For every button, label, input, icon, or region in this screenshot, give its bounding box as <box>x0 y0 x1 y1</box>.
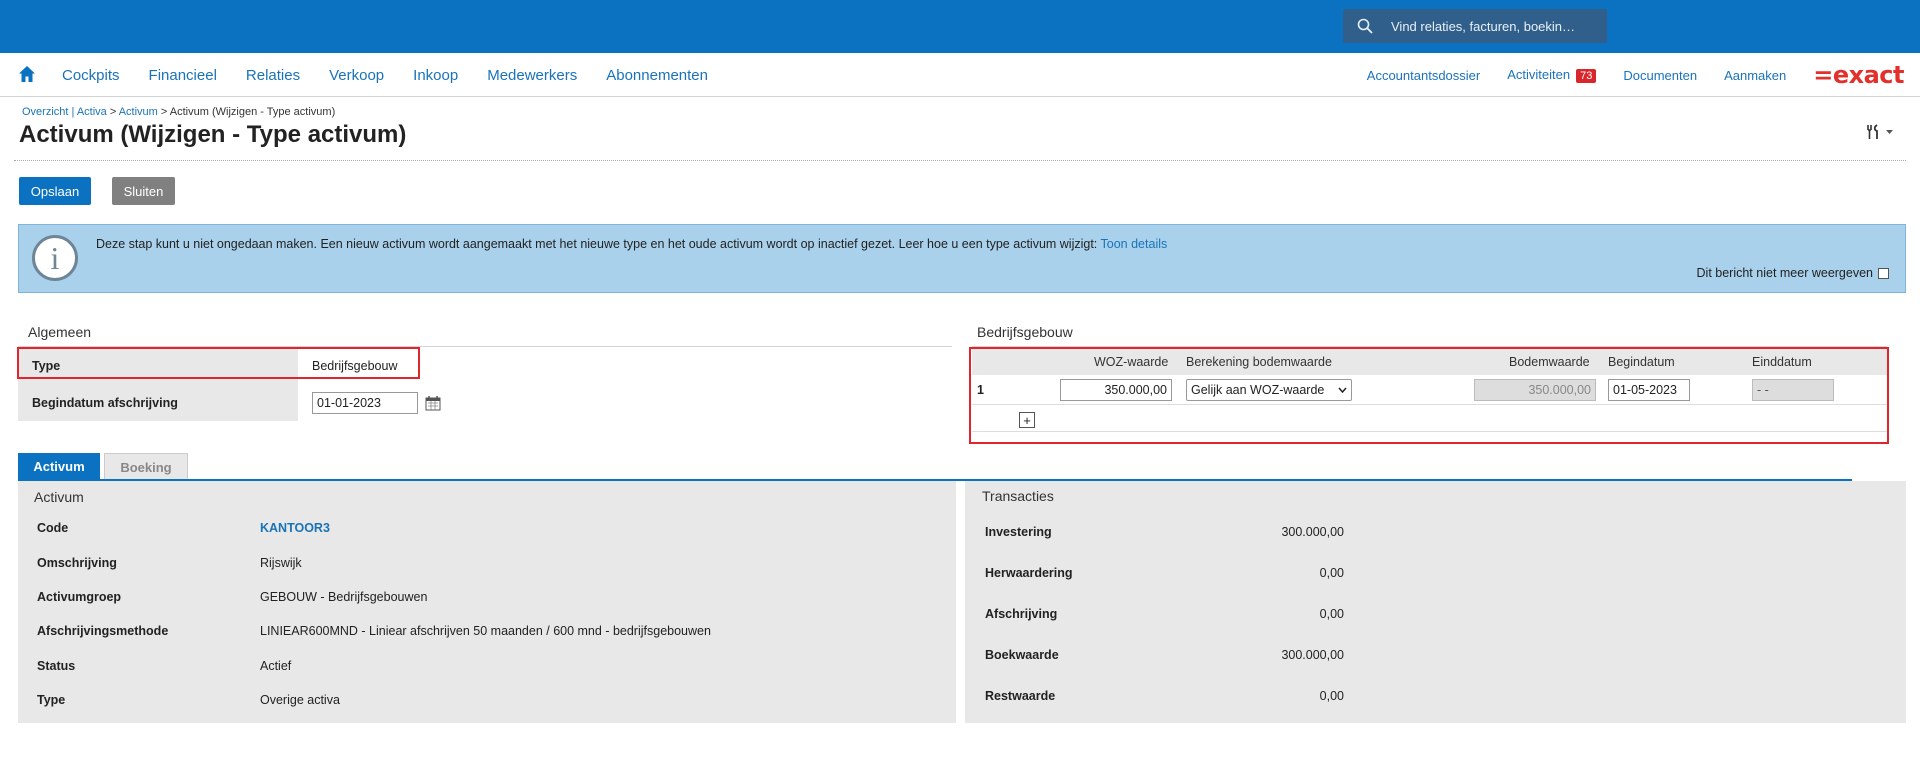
tab-boeking[interactable]: Boeking <box>104 453 188 480</box>
afschrijving-value: 0,00 <box>1319 607 1344 621</box>
toon-details-link[interactable]: Toon details <box>1101 237 1168 251</box>
nav-item-inkoop[interactable]: Inkoop <box>413 67 458 84</box>
nav-item-relaties[interactable]: Relaties <box>246 67 300 84</box>
nav-item-medewerkers[interactable]: Medewerkers <box>487 67 577 84</box>
nav-aanmaken[interactable]: Aanmaken <box>1724 68 1786 83</box>
dismiss-checkbox[interactable] <box>1878 267 1889 279</box>
dismiss-label: Dit bericht niet meer weergeven <box>1696 266 1873 280</box>
begindatum-label: Begindatum afschrijving <box>18 384 298 421</box>
bedrijfsgebouw-highlight <box>969 347 1889 444</box>
info-message: i Deze stap kunt u niet ongedaan maken. … <box>18 224 1906 293</box>
afschrijvingsmethode-label: Afschrijvingsmethode <box>37 624 169 638</box>
nav-item-financieel[interactable]: Financieel <box>149 67 217 84</box>
nav-accountantsdossier[interactable]: Accountantsdossier <box>1367 68 1480 83</box>
title-divider <box>14 160 1906 161</box>
begindatum-field-wrap: 01-01-2023 <box>312 384 441 421</box>
exact-logo[interactable]: =exact <box>1813 61 1904 89</box>
bedrijfsgebouw-title: Bedrijfsgebouw <box>977 324 1073 340</box>
top-bar: Vind relaties, facturen, boekin… <box>0 0 1920 53</box>
restwaarde-label: Restwaarde <box>985 689 1056 703</box>
nav-item-cockpits[interactable]: Cockpits <box>62 67 120 84</box>
info-icon: i <box>32 235 78 281</box>
tools-menu-icon[interactable] <box>1866 124 1896 145</box>
breadcrumb-current: Activum (Wijzigen - Type activum) <box>169 106 336 118</box>
page-title: Activum (Wijzigen - Type activum) <box>19 121 407 148</box>
transacties-panel: Transacties Investering 300.000,00 Herwa… <box>965 481 1906 723</box>
omschrijving-label: Omschrijving <box>37 556 117 570</box>
breadcrumb-separator: > <box>157 106 170 118</box>
afschrijvingsmethode-value: LINIEAR600MND - Liniear afschrijven 50 m… <box>260 624 711 638</box>
home-icon[interactable] <box>18 65 36 83</box>
type-highlight <box>17 347 420 379</box>
activum-panel: Activum Code KANTOOR3 Omschrijving Rijsw… <box>18 481 956 723</box>
save-button[interactable]: Opslaan <box>19 177 91 205</box>
omschrijving-value: Rijswijk <box>260 556 302 570</box>
breadcrumb-overzicht-activa[interactable]: Overzicht | Activa <box>22 106 107 118</box>
status-value: Actief <box>260 659 292 673</box>
close-button[interactable]: Sluiten <box>112 177 175 205</box>
algemeen-title: Algemeen <box>28 324 92 340</box>
investering-value: 300.000,00 <box>1281 525 1344 539</box>
search-icon <box>1357 18 1373 34</box>
activumgroep-value: GEBOUW - Bedrijfsgebouwen <box>260 590 428 604</box>
nav-item-abonnementen[interactable]: Abonnementen <box>606 67 708 84</box>
restwaarde-value: 0,00 <box>1319 689 1344 703</box>
activum-panel-title: Activum <box>34 489 84 505</box>
main-nav: Cockpits Financieel Relaties Verkoop Ink… <box>0 53 1920 97</box>
info-text: Deze stap kunt u niet ongedaan maken. Ee… <box>96 237 1167 251</box>
search-placeholder: Vind relaties, facturen, boekin… <box>1391 18 1576 34</box>
nav-documenten[interactable]: Documenten <box>1623 68 1697 83</box>
nav-activiteiten-label: Activiteiten <box>1507 67 1571 82</box>
transacties-panel-title: Transacties <box>982 488 1054 504</box>
activiteiten-count-badge: 73 <box>1576 69 1597 83</box>
investering-label: Investering <box>985 525 1052 539</box>
boekwaarde-label: Boekwaarde <box>985 648 1059 662</box>
info-message-text: Deze stap kunt u niet ongedaan maken. Ee… <box>96 237 1101 251</box>
nav-activiteiten[interactable]: Activiteiten 73 <box>1507 67 1597 83</box>
dismiss-message: Dit bericht niet meer weergeven <box>1697 266 1889 280</box>
breadcrumb-activum[interactable]: Activum <box>119 106 158 118</box>
breadcrumb: Overzicht | Activa > Activum > Activum (… <box>22 106 335 118</box>
herwaardering-value: 0,00 <box>1319 566 1344 580</box>
status-label: Status <box>37 659 76 673</box>
boekwaarde-value: 300.000,00 <box>1281 648 1344 662</box>
afschrijving-label: Afschrijving <box>985 607 1058 621</box>
global-search-input[interactable]: Vind relaties, facturen, boekin… <box>1343 9 1607 43</box>
herwaardering-label: Herwaardering <box>985 566 1073 580</box>
begindatum-input[interactable]: 01-01-2023 <box>312 391 418 414</box>
breadcrumb-separator: > <box>106 106 119 118</box>
activumgroep-label: Activumgroep <box>37 590 122 604</box>
calendar-icon[interactable] <box>425 395 441 411</box>
code-link[interactable]: KANTOOR3 <box>260 521 330 535</box>
begindatum-row: Begindatum afschrijving 01-01-2023 <box>18 384 952 421</box>
tab-activum[interactable]: Activum <box>18 453 100 480</box>
nav-item-verkoop[interactable]: Verkoop <box>329 67 384 84</box>
type-panel-value: Overige activa <box>260 693 340 707</box>
type-panel-label: Type <box>37 693 66 707</box>
code-label: Code <box>37 521 69 535</box>
